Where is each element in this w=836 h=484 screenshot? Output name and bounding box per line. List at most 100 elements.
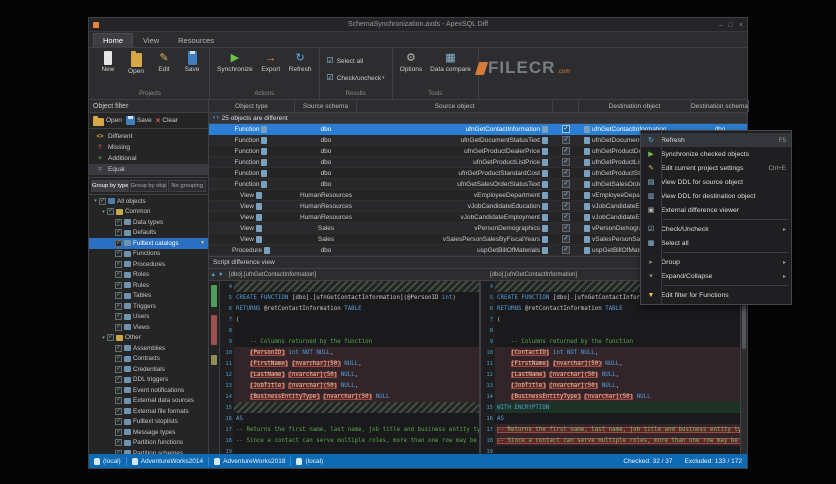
tree-item-users[interactable]: ✓ Users [89,312,208,323]
code-pane-destination[interactable]: 4 5 CREATE FUNCTION [dbo].[ufnGetContactIn… [481,281,740,454]
tree-item-tables[interactable]: ✓ Tables [89,291,208,302]
group-by-object-button[interactable]: Group by object [129,180,168,192]
row-checkbox[interactable]: ✓ [562,246,570,254]
group-by-type-button[interactable]: Group by type [91,180,129,192]
tree-item-functions[interactable]: ✓ Functions [89,249,208,260]
row-checkbox[interactable]: ✓ [562,191,570,199]
column-header-checkbox[interactable] [553,100,579,112]
tree-checkbox[interactable]: ✓ [115,250,122,258]
maximize-button[interactable]: □ [729,22,733,29]
export-button[interactable]: → Export [258,49,284,89]
collapse-arrow-icon[interactable]: ▾ [100,335,107,341]
collapse-arrow-icon[interactable]: ▾ [100,209,107,215]
menu-item-select-all[interactable]: ▦ Select all [641,236,791,250]
filter-item-missing[interactable]: ? Missing [89,142,208,153]
tree-checkbox[interactable]: ✓ [115,397,122,405]
row-checkbox[interactable]: ✓ [562,147,570,155]
tree-checkbox[interactable]: ✓ [115,344,122,352]
menu-item-external-difference-viewer[interactable]: ▣ External difference viewer [641,203,791,217]
refresh-button[interactable]: ↻ Refresh [286,49,315,89]
collapse-arrow-icon[interactable]: ▾ [92,198,99,204]
tree-item-fulltext-stoplists[interactable]: ✓ Fulltext stoplists [89,417,208,428]
tree-checkbox[interactable]: ✓ [115,239,122,247]
menu-item-view-ddl-for-source-object[interactable]: ▤ View DDL for source object [641,175,791,189]
vertical-scrollbar[interactable] [740,281,747,454]
previous-difference-icon[interactable]: ▼ [218,272,223,278]
tree-item-rules[interactable]: ✓ Rules [89,280,208,291]
tree-checkbox[interactable]: ✓ [115,281,122,289]
tree-checkbox[interactable]: ✓ [115,365,122,373]
tree-item-all-objects[interactable]: ▾ ✓ All objects [89,196,208,207]
tree-checkbox[interactable]: ✓ [115,271,122,279]
menu-item-expand-collapse[interactable]: ▾ Expand/Collapse ▸ [641,269,791,283]
tree-item-fulltext-catalogs[interactable]: ✓ Fulltext catalogs ▼ [89,238,208,249]
row-checkbox[interactable]: ✓ [562,202,570,210]
diff-map[interactable] [209,281,220,454]
tree-item-partition-functions[interactable]: ✓ Partition functions [89,438,208,449]
minimize-button[interactable]: – [719,22,723,29]
next-difference-icon[interactable]: ▲ [211,272,216,278]
tree-item-roles[interactable]: ✓ Roles [89,270,208,281]
tree-checkbox[interactable]: ✓ [115,386,122,394]
tree-item-credentials[interactable]: ✓ Credentials [89,364,208,375]
tab-home[interactable]: Home [93,33,134,47]
data-compare-button[interactable]: ▦ Data compare [427,49,474,89]
tree-checkbox[interactable]: ✓ [115,428,122,436]
clear-button[interactable]: × Clear [156,116,178,125]
titlebar[interactable]: SchemaSynchronization.axds - ApexSQL Dif… [89,18,747,32]
column-header-destination-schema[interactable]: Destination schema [691,100,749,112]
menu-item-refresh[interactable]: ↻ Refresh F5 [641,133,791,147]
column-header-source-object[interactable]: Source object [357,100,553,112]
options-button[interactable]: ⚙ Options [397,49,425,89]
tree-item-defaults[interactable]: ✓ Defaults [89,228,208,239]
tree-checkbox[interactable]: ✓ [115,355,122,363]
column-header-destination-object[interactable]: Destination object [579,100,691,112]
tree-item-external-file-formats[interactable]: ✓ External file formats [89,406,208,417]
open-button[interactable]: Open [123,49,149,89]
menu-item-group[interactable]: ▸ Group ▸ [641,255,791,269]
tree-checkbox[interactable]: ✓ [115,302,122,310]
tree-checkbox[interactable]: ✓ [99,197,106,205]
tree-item-event-notifications[interactable]: ✓ Event notifications [89,385,208,396]
row-checkbox[interactable]: ✓ [562,213,570,221]
row-checkbox[interactable]: ✓ [562,125,570,133]
tree-checkbox[interactable]: ✓ [115,292,122,300]
tree-checkbox[interactable]: ✓ [115,407,122,415]
save-button[interactable]: Save [179,49,205,89]
menu-item-edit-filter-for-functions[interactable]: ▼ Edit filter for Functions [641,288,791,302]
filter-item-different[interactable]: <> Different [89,131,208,142]
tree-item-ddl-triggers[interactable]: ✓ DDL triggers [89,375,208,386]
menu-item-check-uncheck[interactable]: ☑ Check/Uncheck ▸ [641,222,791,236]
status-connection[interactable]: (local) [296,457,323,465]
tree-checkbox[interactable]: ✓ [107,208,114,216]
tree-checkbox[interactable]: ✓ [107,334,114,342]
column-header-source-schema[interactable]: Source schema [295,100,357,112]
check-uncheck-button[interactable]: ☑ Check/uncheck ▾ [324,70,388,85]
select-all-button[interactable]: ☑ Select all [324,53,367,68]
tree-item-external-data-sources[interactable]: ✓ External data sources [89,396,208,407]
tree-checkbox[interactable]: ✓ [115,418,122,426]
tree-item-other[interactable]: ▾ ✓ Other [89,333,208,344]
row-checkbox[interactable]: ✓ [562,158,570,166]
tree-item-common[interactable]: ▾ ✓ Common [89,207,208,218]
tree-checkbox[interactable]: ✓ [115,260,122,268]
tab-view[interactable]: View [134,34,168,47]
tree-item-procedures[interactable]: ✓ Procedures [89,259,208,270]
tree-item-views[interactable]: ✓ Views [89,322,208,333]
status-connection[interactable]: (local) [94,457,121,465]
tree-checkbox[interactable]: ✓ [115,439,122,447]
synchronize-button[interactable]: ▶ Synchronize [214,49,256,89]
no-grouping-button[interactable]: No grouping [168,180,207,192]
code-pane-source[interactable]: 4 5 CREATE FUNCTION [dbo].[ufnGetContactIn… [220,281,479,454]
tree-item-assemblies[interactable]: ✓ Assemblies [89,343,208,354]
menu-item-edit-current-project-settings[interactable]: ✎ Edit current project settings Ctrl+E [641,161,791,175]
tree-checkbox[interactable]: ✓ [115,229,122,237]
tree-checkbox[interactable]: ✓ [115,218,122,226]
tree-checkbox[interactable]: ✓ [115,376,122,384]
tree-item-data-types[interactable]: ✓ Data types [89,217,208,228]
row-checkbox[interactable]: ✓ [562,180,570,188]
new-button[interactable]: New [95,49,121,89]
save-button[interactable]: Save [125,116,152,125]
row-checkbox[interactable]: ✓ [562,224,570,232]
tree-checkbox[interactable]: ✓ [115,323,122,331]
